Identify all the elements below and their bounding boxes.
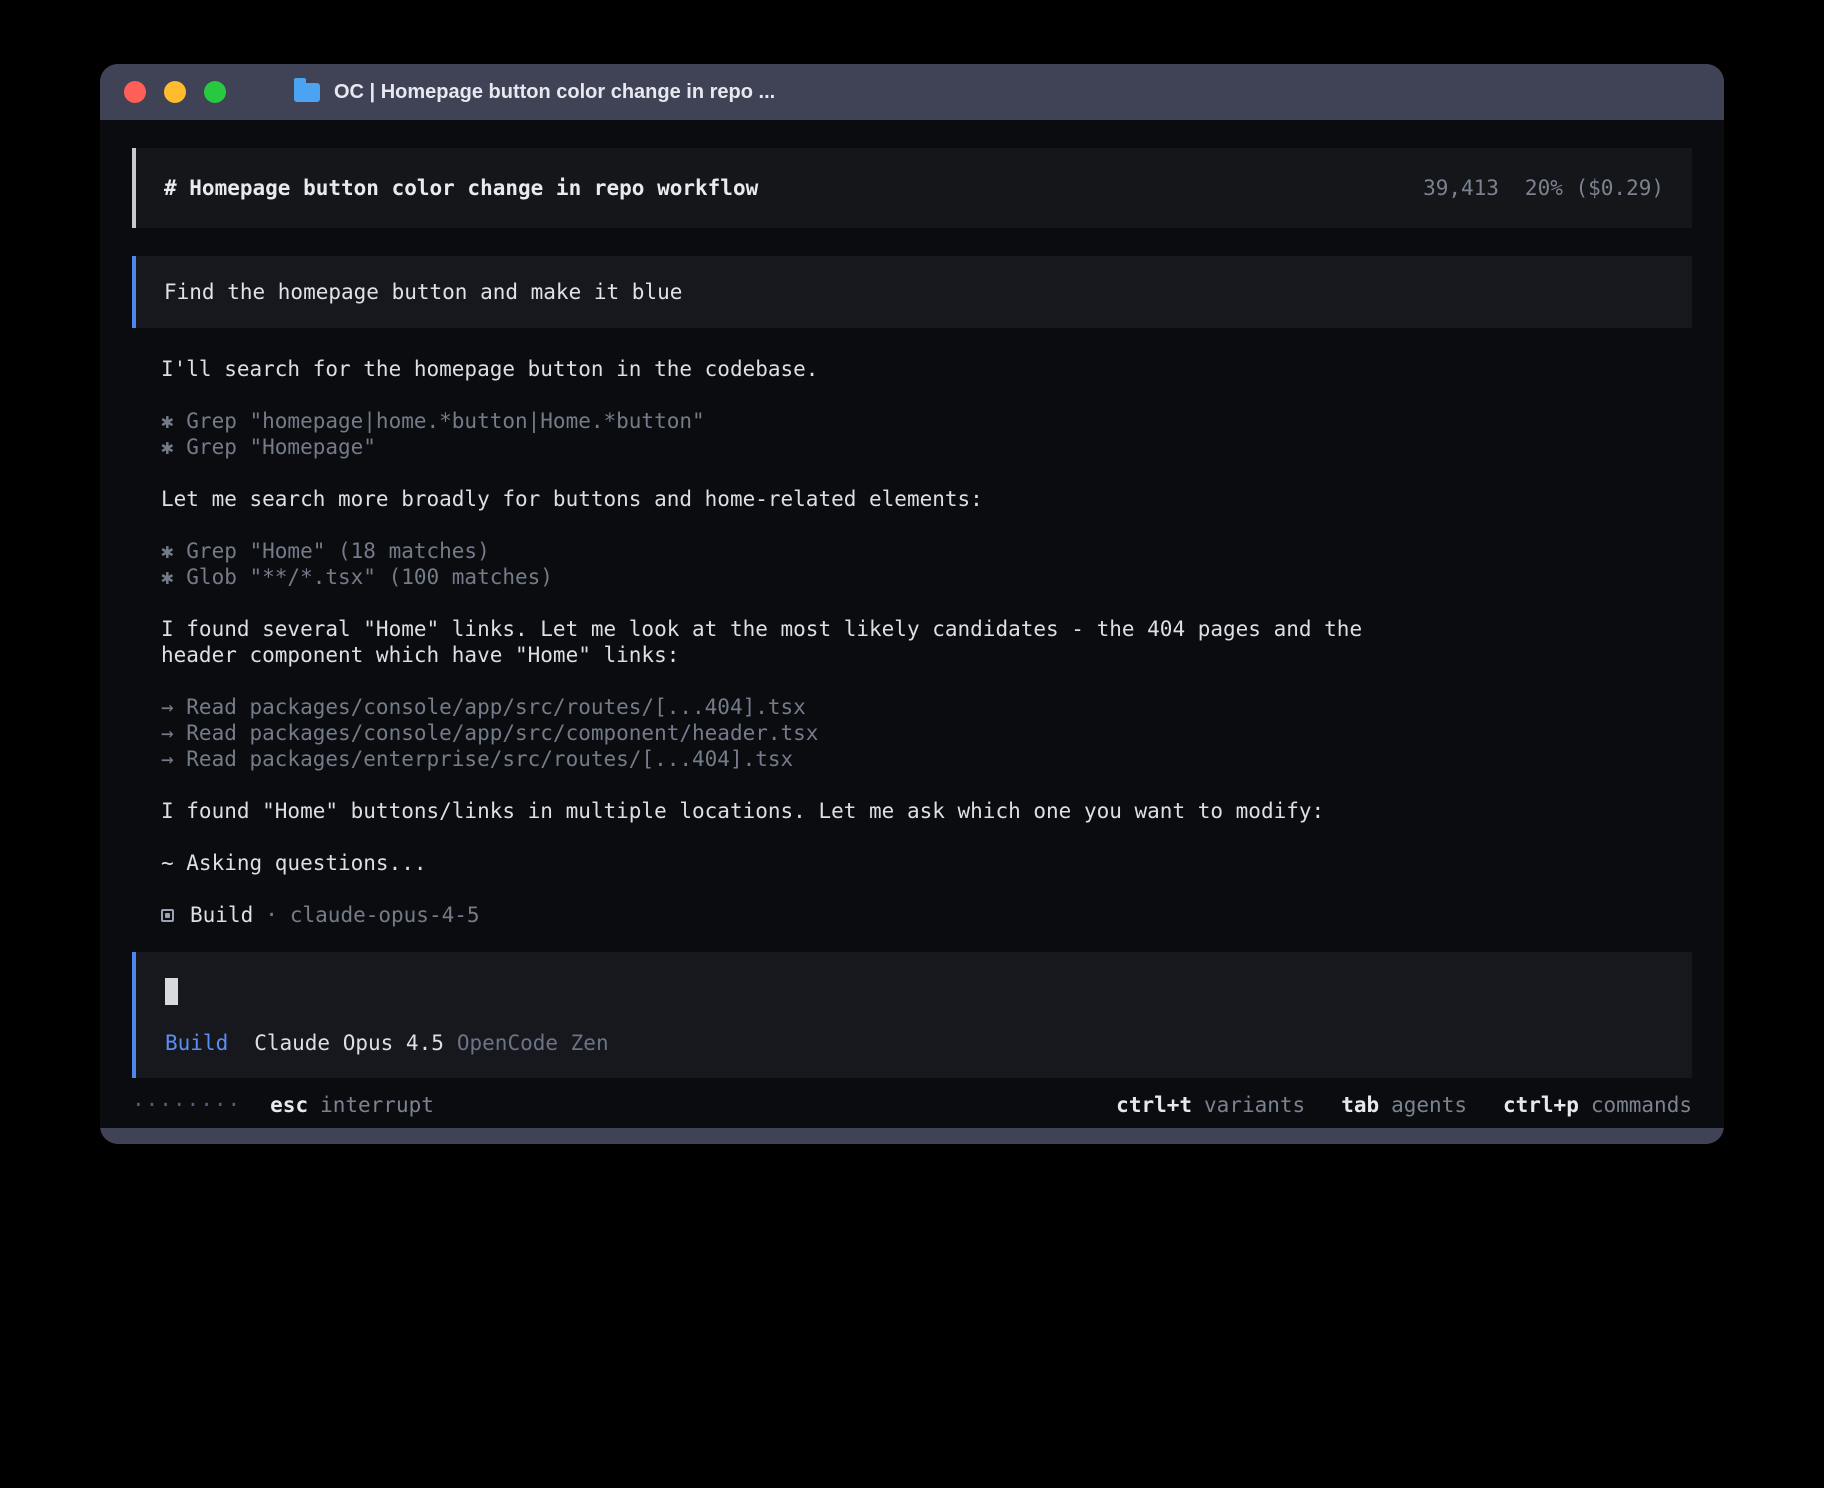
agent-model: claude-opus-4-5 <box>290 902 480 928</box>
window-title: OC | Homepage button color change in rep… <box>334 81 775 104</box>
assistant-text: Let me search more broadly for buttons a… <box>161 486 1413 512</box>
shortcut-variants: ctrl+t variants <box>1116 1092 1305 1118</box>
session-title: # Homepage button color change in repo w… <box>164 175 758 201</box>
assistant-text: I'll search for the homepage button in t… <box>161 356 1413 382</box>
close-button[interactable] <box>124 81 146 103</box>
status-right: ctrl+t variants tab agents ctrl+p comman… <box>1116 1092 1692 1118</box>
tool-call-grep: ✱ Grep "Homepage" <box>161 434 1659 460</box>
text-cursor <box>165 978 178 1005</box>
agent-name: Build <box>190 902 253 928</box>
working-status: ~ Asking questions... <box>161 850 1413 876</box>
shortcut-label: variants <box>1204 1092 1305 1118</box>
session-stats: 39,413 20% ($0.29) <box>1423 175 1664 201</box>
shortcut-key: ctrl+p <box>1503 1092 1579 1118</box>
tool-call-read: → Read packages/enterprise/src/routes/[.… <box>161 746 1659 772</box>
user-message: Find the homepage button and make it blu… <box>132 256 1692 328</box>
tool-call-grep: ✱ Grep "homepage|home.*button|Home.*butt… <box>161 408 1659 434</box>
tool-call-read: → Read packages/console/app/src/routes/[… <box>161 694 1659 720</box>
tool-call-group: → Read packages/console/app/src/routes/[… <box>161 694 1659 772</box>
shortcut-key: tab <box>1341 1092 1379 1118</box>
agent-mode-label: Build <box>165 1030 228 1056</box>
session-header: # Homepage button color change in repo w… <box>132 148 1692 228</box>
agent-icon <box>161 909 174 922</box>
tool-call-grep: ✱ Grep "Home" (18 matches) <box>161 538 1659 564</box>
tool-call-glob: ✱ Glob "**/*.tsx" (100 matches) <box>161 564 1659 590</box>
assistant-text: I found several "Home" links. Let me loo… <box>161 616 1413 668</box>
assistant-text: I found "Home" buttons/links in multiple… <box>161 798 1413 824</box>
shortcut-key: ctrl+t <box>1116 1092 1192 1118</box>
tool-call-read: → Read packages/console/app/src/componen… <box>161 720 1659 746</box>
agent-separator: · <box>265 902 278 928</box>
terminal-window: OC | Homepage button color change in rep… <box>100 64 1724 1144</box>
esc-key-label: interrupt <box>320 1092 434 1118</box>
status-left: ········ esc interrupt <box>132 1092 434 1118</box>
token-count: 39,413 <box>1423 175 1499 201</box>
status-bar: ········ esc interrupt ctrl+t variants t… <box>132 1078 1692 1128</box>
context-usage: 20% ($0.29) <box>1525 175 1664 201</box>
tool-call-group: ✱ Grep "homepage|home.*button|Home.*butt… <box>161 408 1659 460</box>
shortcut-commands: ctrl+p commands <box>1503 1092 1692 1118</box>
assistant-transcript: I'll search for the homepage button in t… <box>132 356 1692 928</box>
shortcut-label: commands <box>1591 1092 1692 1118</box>
prompt-input[interactable]: Build Claude Opus 4.5 OpenCode Zen <box>132 952 1692 1078</box>
esc-key-hint: esc <box>270 1092 308 1118</box>
tool-call-group: ✱ Grep "Home" (18 matches) ✱ Glob "**/*.… <box>161 538 1659 590</box>
folder-icon <box>294 83 320 102</box>
agent-row: Build · claude-opus-4-5 <box>161 902 1659 928</box>
desktop: { "window": { "title": "OC | Homepage bu… <box>0 0 1824 1488</box>
provider-label: OpenCode Zen <box>457 1030 609 1056</box>
shortcut-label: agents <box>1391 1092 1467 1118</box>
traffic-lights <box>116 81 226 103</box>
zoom-button[interactable] <box>204 81 226 103</box>
user-message-text: Find the homepage button and make it blu… <box>164 280 682 304</box>
progress-dots: ········ <box>132 1092 241 1118</box>
terminal-content: # Homepage button color change in repo w… <box>100 120 1724 1128</box>
shortcut-agents: tab agents <box>1341 1092 1467 1118</box>
minimize-button[interactable] <box>164 81 186 103</box>
title-bar: OC | Homepage button color change in rep… <box>100 64 1724 120</box>
model-label: Claude Opus 4.5 <box>254 1030 444 1056</box>
input-meta: Build Claude Opus 4.5 OpenCode Zen <box>165 1030 1664 1056</box>
